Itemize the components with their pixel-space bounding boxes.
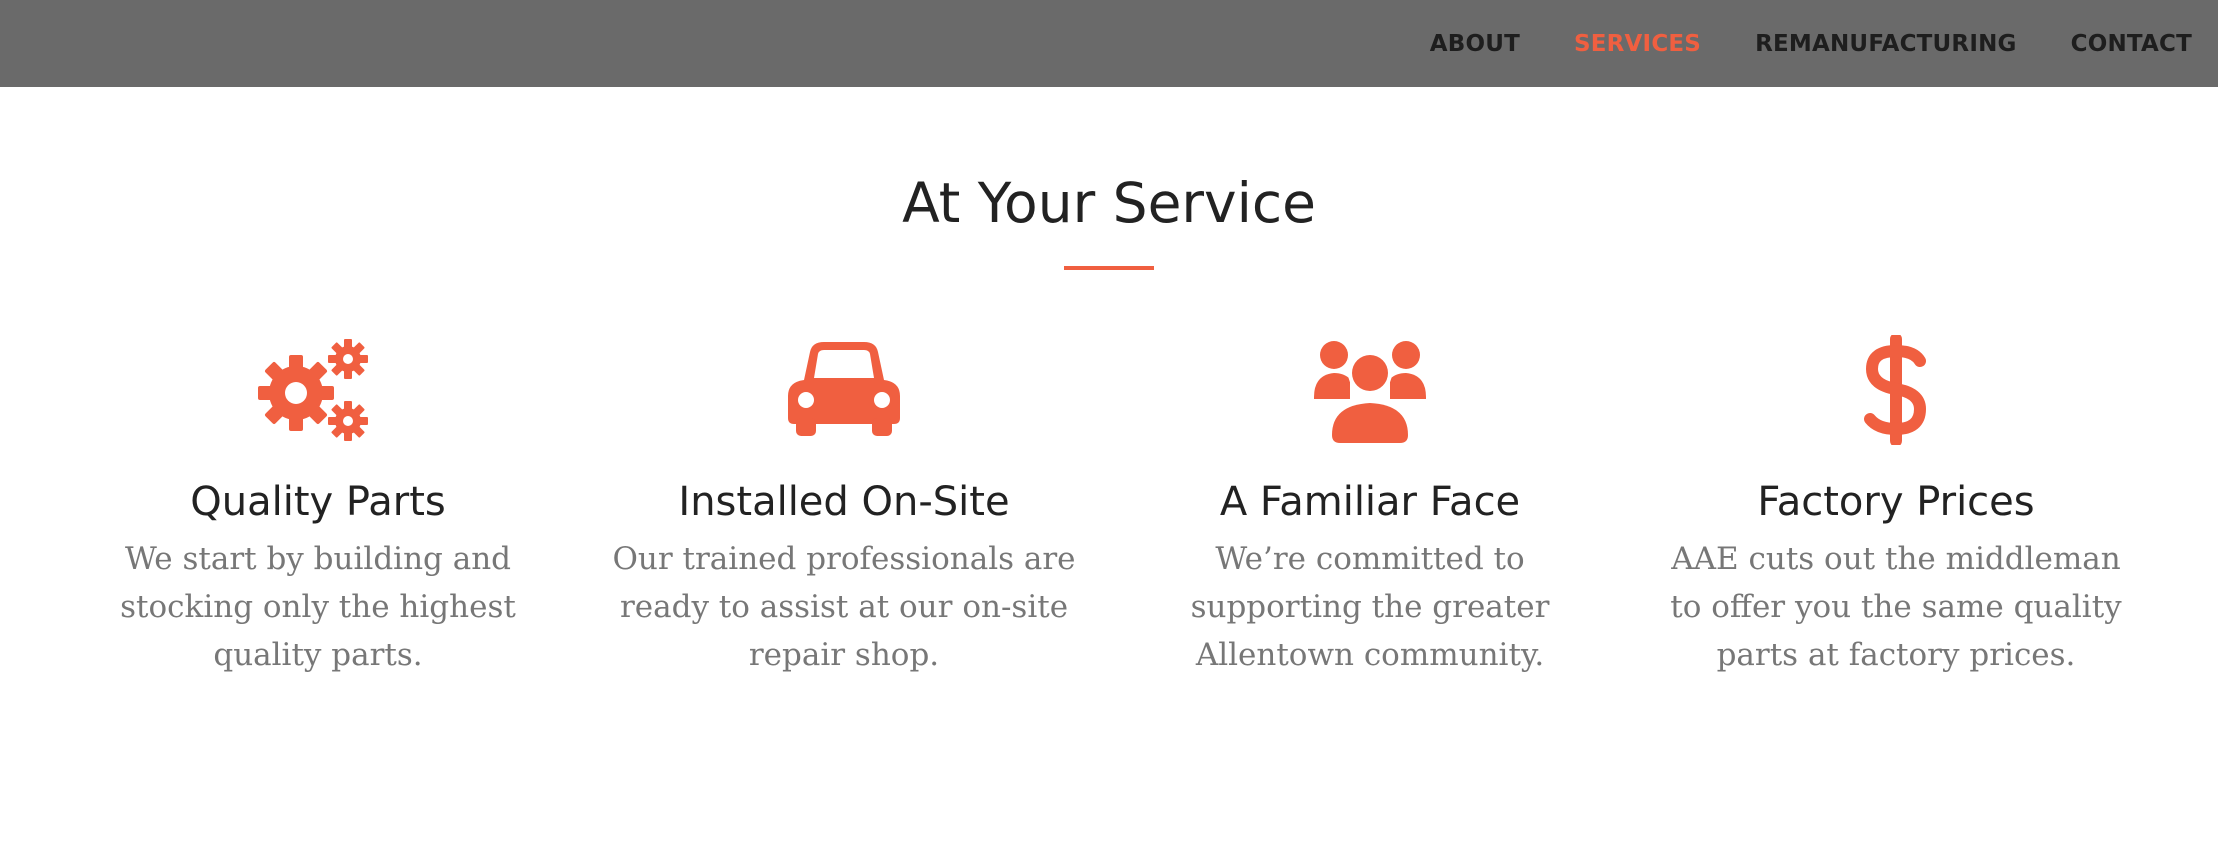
dollar-icon	[1656, 330, 2136, 450]
feature-description: We start by building and stocking only t…	[120, 541, 516, 673]
gears-icon	[78, 330, 558, 450]
nav-about-link[interactable]: ABOUT	[1430, 31, 1520, 57]
feature-quality-parts: Quality Parts We start by building and s…	[78, 330, 558, 679]
nav-remanufacturing-link[interactable]: REMANUFACTURING	[1755, 31, 2017, 57]
section-title: At Your Service	[902, 171, 1316, 235]
feature-installed-on-site: Installed On-Site Our trained profession…	[604, 330, 1084, 679]
users-icon	[1130, 330, 1610, 450]
nav-services-link[interactable]: SERVICES	[1574, 31, 1701, 57]
feature-title: Installed On-Site	[678, 479, 1010, 525]
feature-factory-prices: Factory Prices AAE cuts out the middlema…	[1656, 330, 2136, 679]
feature-title: A Familiar Face	[1219, 479, 1521, 525]
feature-title: Quality Parts	[190, 479, 446, 525]
car-icon	[604, 330, 1084, 450]
feature-familiar-face: A Familiar Face We’re committed to suppo…	[1130, 330, 1610, 679]
services-features: Quality Parts We start by building and s…	[0, 330, 2218, 730]
nav-links: ABOUT SERVICES REMANUFACTURING CONTACT	[1430, 0, 2192, 87]
feature-description: AAE cuts out the middleman to offer you …	[1670, 541, 2122, 673]
nav-contact-link[interactable]: CONTACT	[2071, 31, 2192, 57]
feature-description: Our trained professionals are ready to a…	[612, 541, 1076, 673]
feature-title: Factory Prices	[1757, 479, 2035, 525]
title-divider	[1064, 266, 1154, 270]
top-navbar: ABOUT SERVICES REMANUFACTURING CONTACT	[0, 0, 2218, 87]
feature-description: We’re committed to supporting the greate…	[1190, 541, 1550, 673]
